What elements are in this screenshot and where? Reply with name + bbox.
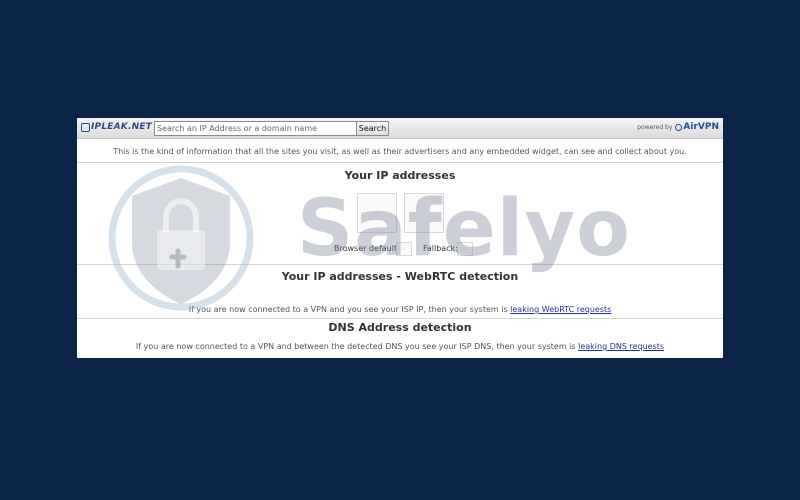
webrtc-section-title: Your IP addresses - WebRTC detection: [281, 270, 519, 283]
search-input[interactable]: [154, 121, 362, 136]
fallback-label: Fallback:: [423, 244, 458, 253]
logo-text: IPLEAK.NET: [91, 122, 153, 132]
browser-page: IPLEAK.NET Search powered by AirVPN This…: [77, 118, 723, 358]
browser-default-label: Browser default:: [334, 244, 400, 253]
fallback-value: …: [457, 242, 473, 256]
webrtc-text-line: If you are now connected to a VPN and yo…: [77, 305, 723, 314]
dns-section-title: DNS Address detection: [328, 321, 472, 334]
webrtc-leak-link[interactable]: leaking WebRTC requests: [510, 305, 611, 314]
airvpn-brand: AirVPN: [675, 122, 719, 132]
divider: [77, 162, 723, 163]
ip-box-1: …: [357, 193, 397, 233]
browser-default-value: …: [396, 242, 412, 256]
dns-leak-link[interactable]: leaking DNS requests: [578, 342, 664, 351]
webrtc-text: If you are now connected to a VPN and yo…: [188, 305, 508, 314]
dns-text: If you are now connected to a VPN and be…: [135, 342, 576, 351]
site-logo[interactable]: IPLEAK.NET: [81, 122, 152, 132]
divider: [77, 264, 723, 265]
intro-text: This is the kind of information that all…: [113, 147, 687, 156]
ip-box-2: …: [404, 193, 444, 233]
divider: [77, 318, 723, 319]
search-button[interactable]: Search: [356, 121, 389, 136]
top-bar: IPLEAK.NET Search powered by AirVPN: [77, 118, 723, 139]
airvpn-text: AirVPN: [683, 122, 719, 132]
powered-by-label: powered by: [637, 123, 673, 131]
ip-section-title: Your IP addresses: [344, 169, 456, 182]
dns-text-line: If you are now connected to a VPN and be…: [77, 342, 723, 351]
logo-icon: [81, 122, 90, 132]
powered-by[interactable]: powered by AirVPN: [637, 122, 719, 132]
airvpn-icon: [675, 123, 683, 131]
